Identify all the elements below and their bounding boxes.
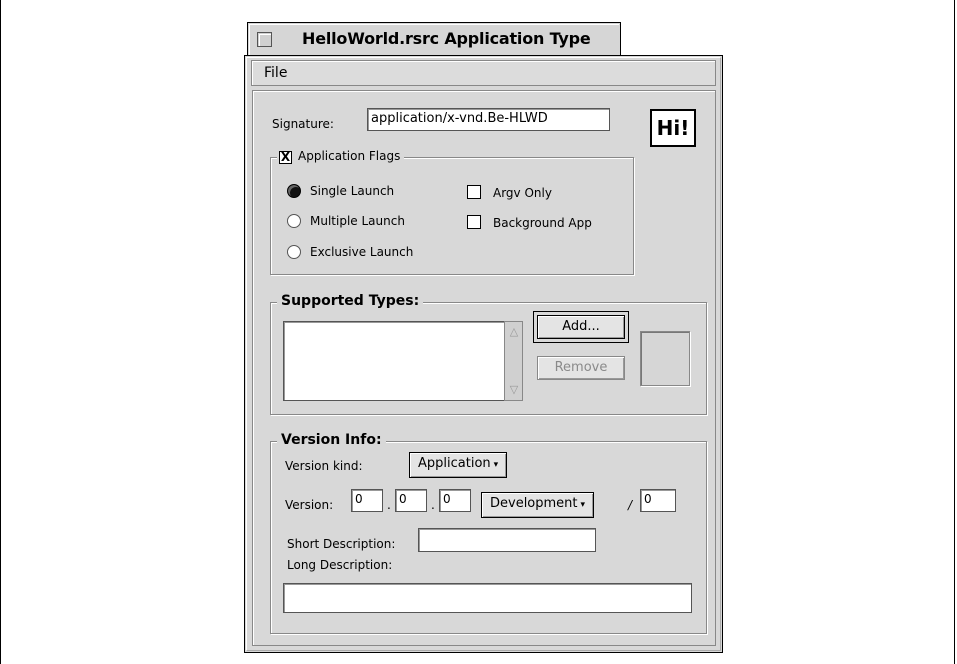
signature-field[interactable]: application/x-vnd.Be-HLWD xyxy=(367,108,610,131)
background-app-label: Background App xyxy=(493,216,592,230)
version-info-label: Version Info: xyxy=(277,432,386,448)
version-variety-popup[interactable]: Development ▾ xyxy=(481,492,595,518)
add-button[interactable]: Add... xyxy=(537,315,625,339)
version-minor-field[interactable]: 0 xyxy=(439,489,471,512)
exclusive-launch-label: Exclusive Launch xyxy=(310,245,414,259)
window-title: HelloWorld.rsrc Application Type xyxy=(302,29,591,48)
scroll-down-arrow-icon[interactable]: ▽ xyxy=(506,381,522,399)
version-kind-label: Version kind: xyxy=(285,459,363,473)
version-kind-popup[interactable]: Application ▾ xyxy=(409,452,508,478)
type-icon-well[interactable] xyxy=(640,331,690,386)
argv-only-checkbox[interactable] xyxy=(467,185,481,199)
multiple-launch-label: Multiple Launch xyxy=(310,214,405,228)
remove-button[interactable]: Remove xyxy=(537,356,625,380)
short-description-label: Short Description: xyxy=(287,537,396,551)
version-label: Version: xyxy=(285,498,334,512)
signature-label: Signature: xyxy=(272,117,334,131)
long-description-field[interactable] xyxy=(283,583,692,613)
app-icon[interactable]: Hi! xyxy=(650,109,696,147)
chevron-down-icon: ▾ xyxy=(493,460,499,470)
chevron-down-icon: ▾ xyxy=(580,500,586,510)
window-tab[interactable]: HelloWorld.rsrc Application Type xyxy=(247,22,621,56)
version-middle-field[interactable]: 0 xyxy=(395,489,427,512)
application-flags-label: Application Flags xyxy=(298,149,401,163)
menu-file[interactable]: File xyxy=(264,65,287,81)
exclusive-launch-radio[interactable] xyxy=(287,245,301,259)
menu-bar: File xyxy=(251,60,716,86)
version-kind-value: Application xyxy=(418,456,491,471)
multiple-launch-radio[interactable] xyxy=(287,214,301,228)
long-description-label: Long Description: xyxy=(287,558,393,572)
scroll-up-arrow-icon[interactable]: △ xyxy=(506,323,522,341)
version-variety-value: Development xyxy=(490,496,578,511)
application-flags-header: X Application Flags xyxy=(277,149,405,164)
version-slash: / xyxy=(628,498,633,512)
version-internal-field[interactable]: 0 xyxy=(640,489,676,512)
supported-types-scrollbar[interactable]: △ ▽ xyxy=(504,321,523,401)
version-dot-1: . xyxy=(387,498,391,512)
short-description-field[interactable] xyxy=(418,528,596,552)
application-type-window: File Signature: application/x-vnd.Be-HLW… xyxy=(244,55,723,653)
application-flags-checkbox[interactable]: X xyxy=(279,151,292,164)
background-app-checkbox[interactable] xyxy=(467,215,481,229)
supported-types-list[interactable] xyxy=(283,321,505,401)
single-launch-radio[interactable] xyxy=(287,184,301,198)
supported-types-label: Supported Types: xyxy=(277,293,424,309)
argv-only-label: Argv Only xyxy=(493,186,552,200)
version-dot-2: . xyxy=(431,498,435,512)
close-box-icon[interactable] xyxy=(257,32,272,47)
single-launch-label: Single Launch xyxy=(310,184,395,198)
version-major-field[interactable]: 0 xyxy=(351,489,383,512)
